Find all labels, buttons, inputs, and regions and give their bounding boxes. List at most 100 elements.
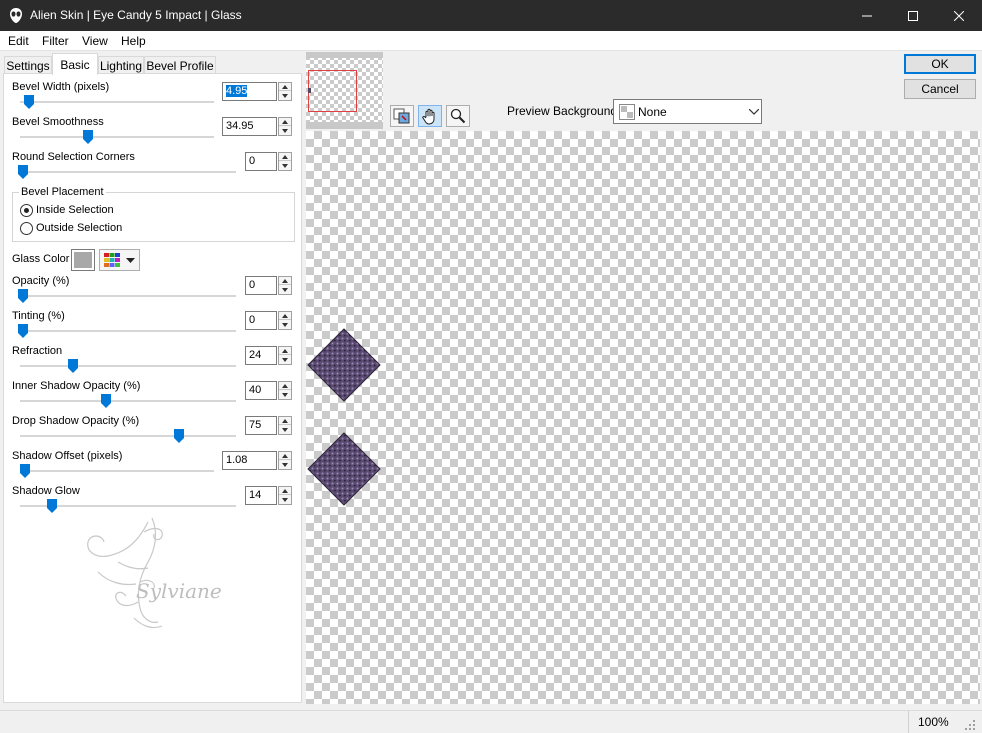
tab-settings[interactable]: Settings [4,56,52,74]
shadow-offset-track[interactable] [20,470,214,472]
outside-selection-label[interactable]: Outside Selection [36,222,122,234]
inner-shadow-opacity-track[interactable] [20,400,236,402]
spin-down-icon[interactable] [279,162,291,170]
shadow-glow-spinner[interactable] [278,486,292,505]
refraction-slider-thumb[interactable] [67,359,78,373]
shadow-offset-field[interactable]: 1.08 [222,451,277,470]
menu-view[interactable]: View [82,34,108,48]
inner-shadow-opacity-field[interactable]: 40 [245,381,277,400]
spin-up-icon[interactable] [279,347,291,355]
round-corners-field[interactable]: 0 [245,152,277,171]
opacity-slider-thumb[interactable] [18,289,28,303]
opacity-track[interactable] [20,295,236,297]
color-grid-icon [104,253,120,267]
spin-up-icon[interactable] [279,382,291,390]
drop-shadow-opacity-spinner[interactable] [278,416,292,435]
spin-up-icon[interactable] [279,452,291,460]
inside-selection-label[interactable]: Inside Selection [36,204,114,216]
refraction-field[interactable]: 24 [245,346,277,365]
spin-down-icon[interactable] [279,496,291,504]
refraction-label: Refraction [12,345,63,357]
spin-down-icon[interactable] [279,127,291,135]
spin-up-icon[interactable] [279,118,291,126]
title-bar: Alien Skin | Eye Candy 5 Impact | Glass [0,0,982,31]
hand-tool-button[interactable] [418,105,442,127]
refraction-spinner[interactable] [278,346,292,365]
spin-down-icon[interactable] [279,92,291,100]
navigator-bottom-strip [306,122,383,129]
bevel-width-field[interactable]: 4.95 [222,82,277,101]
spin-down-icon[interactable] [279,321,291,329]
drop-shadow-opacity-slider-thumb[interactable] [174,429,184,443]
status-bar: 100% [0,710,982,733]
bevel-width-spinner[interactable] [278,82,292,101]
shadow-glow-label: Shadow Glow [12,485,80,497]
round-corners-spinner[interactable] [278,152,292,171]
cancel-button[interactable]: Cancel [904,79,976,99]
refraction-track[interactable] [20,365,236,367]
tinting-spinner[interactable] [278,311,292,330]
spin-up-icon[interactable] [279,312,291,320]
spin-down-icon[interactable] [279,461,291,469]
resize-grip-icon[interactable] [964,719,976,731]
zoom-tool-button[interactable] [446,105,470,127]
navigator-viewport-rect[interactable] [308,70,357,112]
preview-toggle-button[interactable] [390,105,414,127]
drop-shadow-opacity-field[interactable]: 75 [245,416,277,435]
ok-button[interactable]: OK [904,54,976,74]
opacity-spinner[interactable] [278,276,292,295]
diamond-shape-upper [307,328,381,402]
close-button[interactable] [936,0,982,31]
inner-shadow-opacity-slider-thumb[interactable] [101,394,112,408]
shadow-offset-slider-thumb[interactable] [19,464,30,478]
transparent-swatch-icon [619,104,635,120]
drop-shadow-opacity-track[interactable] [20,435,236,437]
outside-selection-radio[interactable] [20,222,33,235]
navigator-thumbnail[interactable] [306,52,383,129]
preview-background-select[interactable]: None [613,99,762,124]
bevel-smoothness-track[interactable] [20,136,214,138]
bevel-width-slider-thumb[interactable] [23,95,34,109]
spin-down-icon[interactable] [279,286,291,294]
tab-bevel-profile[interactable]: Bevel Profile [144,56,216,74]
round-corners-track[interactable] [20,171,236,173]
menu-edit[interactable]: Edit [8,34,29,48]
menu-filter[interactable]: Filter [42,34,69,48]
tab-lighting[interactable]: Lighting [98,56,144,74]
maximize-icon [908,10,918,21]
diamond-shape-lower [307,432,381,506]
minimize-button[interactable] [844,0,890,31]
spin-up-icon[interactable] [279,153,291,161]
preview-canvas[interactable] [306,131,980,704]
menu-help[interactable]: Help [121,34,146,48]
tab-basic[interactable]: Basic [52,53,98,75]
inside-selection-radio[interactable] [20,204,33,217]
tinting-track[interactable] [20,330,236,332]
color-palette-dropdown[interactable] [99,249,140,271]
bevel-width-track[interactable] [20,101,214,103]
bevel-smoothness-slider-thumb[interactable] [83,130,94,144]
tinting-slider-thumb[interactable] [18,324,28,338]
spin-up-icon[interactable] [279,277,291,285]
spin-down-icon[interactable] [279,391,291,399]
bevel-smoothness-field[interactable]: 34.95 [222,117,277,136]
spin-up-icon[interactable] [279,83,291,91]
shadow-glow-field[interactable]: 14 [245,486,277,505]
inner-shadow-opacity-spinner[interactable] [278,381,292,400]
alien-skin-app-icon [10,8,22,23]
maximize-button[interactable] [890,0,936,31]
spin-down-icon[interactable] [279,356,291,364]
spin-up-icon[interactable] [279,417,291,425]
inner-shadow-opacity-label: Inner Shadow Opacity (%) [12,380,141,392]
spin-up-icon[interactable] [279,487,291,495]
bevel-placement-group [12,192,295,242]
glass-color-swatch[interactable] [71,249,95,271]
tinting-field[interactable]: 0 [245,311,277,330]
bevel-smoothness-spinner[interactable] [278,117,292,136]
round-corners-slider-thumb[interactable] [18,165,28,179]
shadow-glow-slider-thumb[interactable] [47,499,58,513]
opacity-field[interactable]: 0 [245,276,277,295]
shadow-offset-spinner[interactable] [278,451,292,470]
menu-bar: Edit Filter View Help [0,31,982,51]
spin-down-icon[interactable] [279,426,291,434]
